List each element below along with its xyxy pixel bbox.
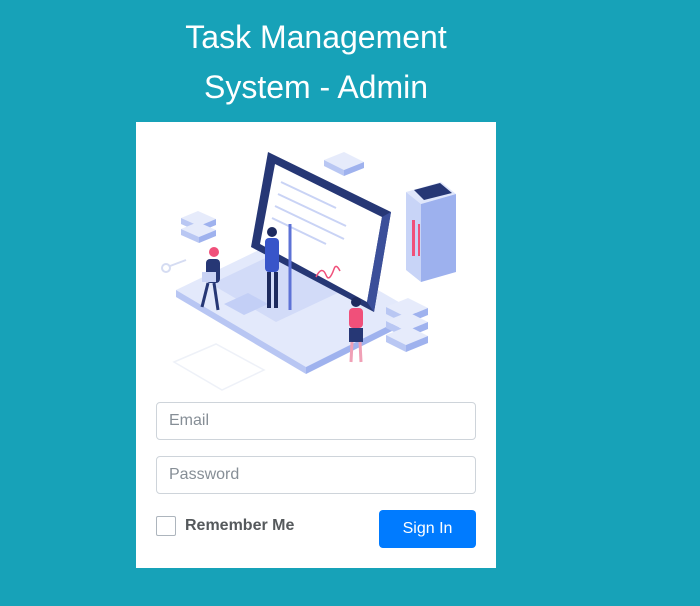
password-field[interactable] — [156, 456, 476, 494]
login-page: Task Management System - Admin Email Rem… — [0, 0, 700, 606]
remember-me-label: Remember Me — [185, 517, 295, 534]
sign-in-button[interactable]: Sign In — [379, 510, 476, 548]
login-card: Remember Me Sign In — [136, 122, 496, 568]
workspace-illustration — [161, 152, 456, 391]
remember-me-checkbox[interactable] — [156, 516, 176, 536]
page-title: Task Management System - Admin — [136, 12, 496, 112]
email-field[interactable] — [156, 402, 476, 440]
remember-me[interactable]: Remember Me — [156, 516, 294, 536]
page-title-line1: Task Management — [185, 19, 447, 55]
page-title-line2: System - Admin — [203, 69, 429, 105]
